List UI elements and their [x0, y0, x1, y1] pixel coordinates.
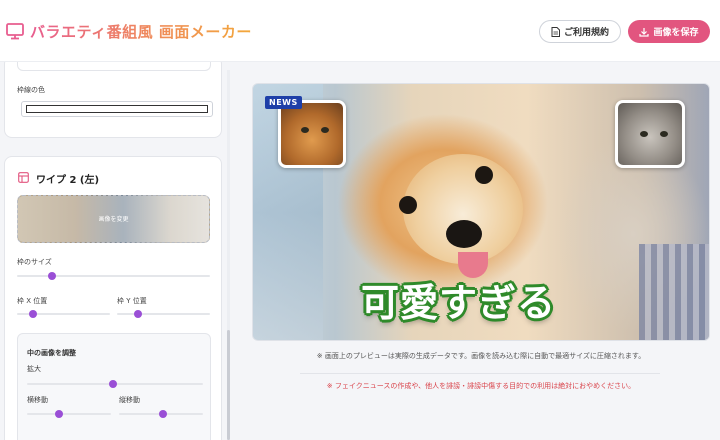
wipe-left-cat[interactable] — [278, 100, 346, 168]
slider-track — [117, 313, 210, 315]
frame-x-slider[interactable] — [17, 309, 110, 319]
news-badge: NEWS — [265, 96, 302, 109]
vertical-move-slider[interactable] — [119, 409, 203, 419]
inner-adjust-title: 中の画像を調整 — [27, 349, 76, 357]
frame-x-label: 枠 X 位置 — [17, 297, 48, 305]
wipe2-title: ワイプ 2 (左) — [36, 175, 100, 186]
inner-image-adjust-panel: 中の画像を調整 拡大 横移動 縦移動 — [17, 333, 211, 440]
app-header: バラエティ番組風 画面メーカー ご利用規約 画像を保存 — [0, 0, 720, 62]
save-label: 画像を保存 — [653, 28, 699, 38]
zoom-slider[interactable] — [27, 379, 203, 389]
previous-slider-panel — [17, 62, 211, 71]
background-blanket — [639, 244, 709, 340]
dog-nose — [446, 220, 482, 248]
frame-y-slider[interactable] — [117, 309, 210, 319]
slider-thumb[interactable] — [28, 310, 37, 318]
layout-icon — [18, 172, 29, 183]
slider-track — [27, 413, 111, 415]
slider-thumb[interactable] — [47, 272, 56, 280]
horizontal-move-label: 横移動 — [27, 396, 48, 404]
slider-thumb[interactable] — [54, 410, 63, 418]
wipe-right-eye — [660, 131, 668, 137]
telop-caption: 可愛すぎる — [361, 281, 557, 325]
usage-warning: ※ フェイクニュースの作成や、他人を誹謗・誹謗中傷する目的での利用は絶対におやめ… — [326, 382, 636, 390]
terms-label: ご利用規約 — [563, 28, 609, 38]
save-image-button[interactable]: 画像を保存 — [628, 20, 710, 43]
frame-size-label: 枠のサイズ — [17, 258, 52, 266]
terms-button[interactable]: ご利用規約 — [539, 20, 621, 43]
slider-thumb[interactable] — [109, 380, 118, 388]
border-color-picker[interactable] — [21, 101, 213, 117]
wipe-right-eye — [640, 131, 648, 137]
vertical-move-label: 縦移動 — [119, 396, 140, 404]
dog-eye-right — [475, 166, 493, 184]
document-icon — [551, 26, 560, 37]
border-settings-card: 枠線の色 — [4, 62, 222, 138]
wipe-left-eye — [321, 127, 329, 133]
frame-y-label: 枠 Y 位置 — [117, 297, 147, 305]
wipe2-card: ワイプ 2 (左) 画像を変更 枠のサイズ 枠 X 位置 枠 Y 位置 中の画像… — [4, 156, 222, 440]
sidebar-scrollbar-thumb[interactable] — [227, 330, 230, 440]
slider-thumb[interactable] — [134, 310, 143, 318]
wipe2-image-upload[interactable]: 画像を変更 — [17, 195, 210, 243]
app-title: バラエティ番組風 画面メーカー — [30, 23, 252, 41]
border-color-swatch — [26, 105, 208, 113]
preview-note: ※ 画面上のプレビューは実際の生成データです。画像を読み込む際に自動で最適サイズ… — [316, 352, 646, 360]
zoom-label: 拡大 — [27, 365, 41, 373]
wipe-left-eye — [301, 127, 309, 133]
divider — [300, 373, 660, 374]
monitor-icon — [6, 23, 24, 40]
border-color-label: 枠線の色 — [17, 86, 45, 94]
wipe-right-cat[interactable] — [615, 100, 685, 168]
slider-track — [17, 275, 210, 277]
horizontal-move-slider[interactable] — [27, 409, 111, 419]
preview-canvas: NEWS 可愛すぎる — [252, 83, 710, 341]
upload-text: 画像を変更 — [98, 216, 129, 223]
download-icon — [639, 27, 650, 37]
settings-sidebar[interactable]: 枠線の色 ワイプ 2 (左) 画像を変更 枠のサイズ 枠 X 位置 枠 Y 位置 — [0, 62, 230, 440]
frame-size-slider[interactable] — [17, 271, 210, 281]
slider-thumb[interactable] — [158, 410, 167, 418]
dog-eye-left — [399, 196, 417, 214]
